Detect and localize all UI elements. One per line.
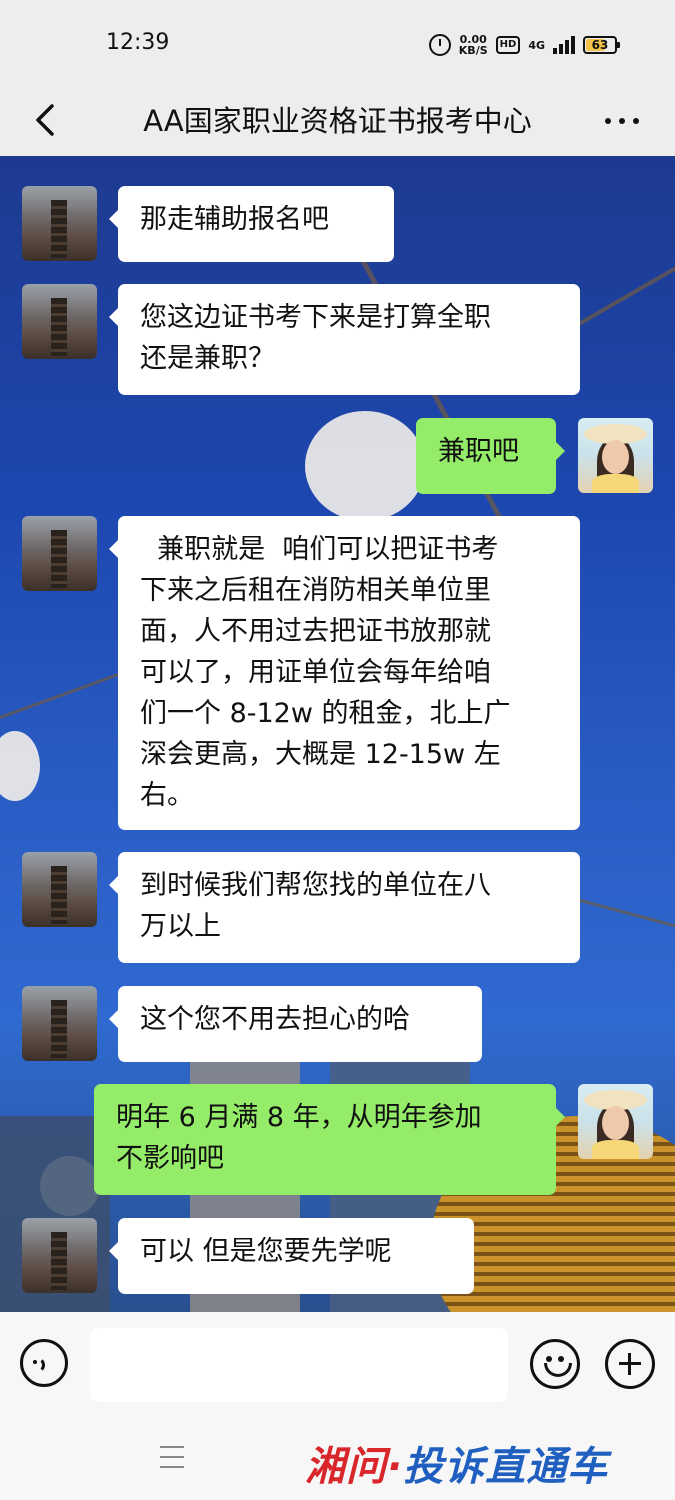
input-bar (0, 1312, 675, 1420)
chat-title: AA国家职业资格证书报考中心 (143, 104, 532, 138)
system-nav-bar: 湘问·投诉直通车 (0, 1420, 675, 1500)
more-icon[interactable] (605, 118, 639, 124)
status-bar: 12:39 0.00 KB/S HD 4G 63 (0, 0, 675, 88)
hd-icon: HD (495, 36, 521, 54)
message-input[interactable] (90, 1328, 508, 1402)
message-bubble-self[interactable]: 兼职吧 (416, 418, 565, 494)
chat-header: AA国家职业资格证书报考中心 (0, 88, 675, 156)
status-time: 12:39 (106, 30, 170, 55)
emoji-icon[interactable] (530, 1339, 580, 1389)
message-text: 明年 6 月满 8 年，从明年参加 不影响吧 (116, 1102, 482, 1174)
status-icons: 0.00 KB/S HD 4G 63 (428, 30, 620, 60)
contact-avatar[interactable] (22, 852, 97, 927)
message-text: 您这边证书考下来是打算全职 还是兼职？ (140, 302, 491, 374)
watermark-part2: 投诉直通车 (403, 1444, 609, 1490)
message-bubble[interactable]: 可以 但是您要先学呢 (109, 1218, 474, 1294)
chat-area[interactable]: 那走辅助报名吧 您这边证书考下来是打算全职 还是兼职？ 兼职吧 兼职就是 咱们可… (0, 156, 675, 1312)
network-type: 4G (528, 38, 545, 52)
message-text: 兼职吧 (438, 436, 519, 467)
contact-avatar[interactable] (22, 516, 97, 591)
message-text: 可以 但是您要先学呢 (140, 1236, 392, 1267)
user-avatar[interactable] (578, 1084, 653, 1159)
message-bubble[interactable]: 兼职就是 咱们可以把证书考 下来之后租在消防相关单位里 面，人不用过去把证书放那… (109, 516, 580, 830)
net-speed-unit: KB/S (458, 44, 488, 57)
message-text: 那走辅助报名吧 (140, 204, 329, 235)
contact-avatar[interactable] (22, 284, 97, 359)
more-actions-plus-icon[interactable] (605, 1339, 655, 1389)
message-bubble[interactable]: 那走辅助报名吧 (109, 186, 394, 262)
menu-icon[interactable] (160, 1446, 184, 1468)
net-speed: 0.00 KB/S (459, 34, 488, 56)
voice-input-icon[interactable] (20, 1339, 68, 1387)
contact-avatar[interactable] (22, 986, 97, 1061)
contact-avatar[interactable] (22, 186, 97, 261)
battery-icon: 63 (583, 36, 620, 54)
message-bubble[interactable]: 这个您不用去担心的哈 (109, 986, 482, 1062)
background-star-ornament (305, 411, 425, 521)
contact-avatar[interactable] (22, 1218, 97, 1293)
user-avatar[interactable] (578, 418, 653, 493)
watermark-logo: 湘问·投诉直通车 (305, 1434, 608, 1492)
alarm-icon (428, 34, 451, 56)
message-text: 这个您不用去担心的哈 (140, 1004, 410, 1035)
message-text: 兼职就是 咱们可以把证书考 下来之后租在消防相关单位里 面，人不用过去把证书放那… (140, 534, 511, 811)
message-bubble[interactable]: 您这边证书考下来是打算全职 还是兼职？ (109, 284, 580, 395)
signal-icon (553, 36, 575, 54)
message-bubble-self[interactable]: 明年 6 月满 8 年，从明年参加 不影响吧 (94, 1084, 565, 1195)
battery-level: 63 (591, 38, 609, 52)
message-bubble[interactable]: 到时候我们帮您找的单位在八 万以上 (109, 852, 580, 963)
watermark-part1: 湘问· (305, 1444, 404, 1490)
background-star-ornament (0, 731, 40, 801)
message-text: 到时候我们帮您找的单位在八 万以上 (140, 870, 491, 942)
